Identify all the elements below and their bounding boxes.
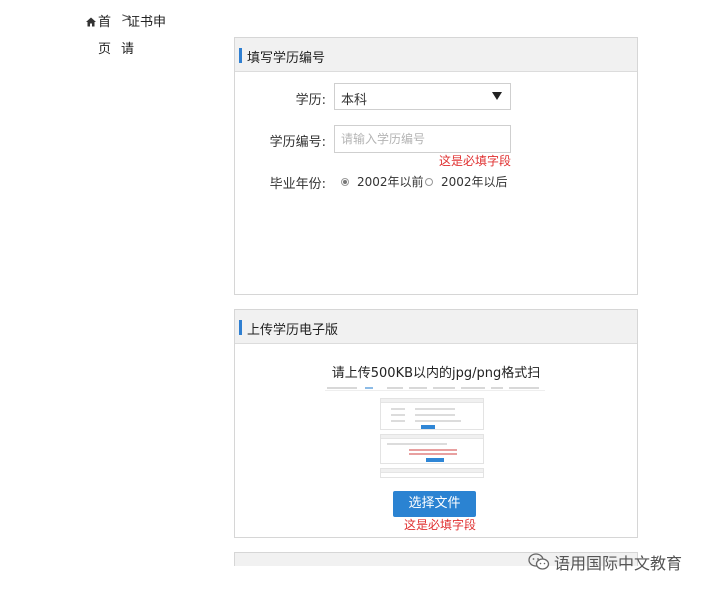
breadcrumb-home-label: 首 — [98, 15, 112, 30]
breadcrumb-current: 证书申 — [127, 15, 167, 30]
education-number-label: 学历编号: — [269, 135, 326, 150]
education-number-required-message: 这是必填字段 — [439, 154, 512, 168]
education-panel-header: 填写学历编号 — [235, 38, 637, 72]
education-level-label: 学历: — [295, 93, 326, 108]
home-icon — [86, 17, 96, 27]
education-level-value: 本科 — [341, 93, 368, 108]
sample-scan-image — [325, 384, 545, 482]
header-accent-bar — [239, 320, 242, 335]
watermark: 语用国际中文教育 — [528, 550, 682, 574]
sample-card-bottom — [380, 468, 484, 478]
graduation-year-label: 毕业年份: — [269, 177, 326, 192]
education-number-input[interactable] — [334, 125, 511, 153]
upload-required-message: 这是必填字段 — [404, 518, 477, 532]
sample-card-upload — [380, 434, 484, 464]
education-level-select[interactable]: 本科 — [334, 83, 511, 110]
chevron-down-icon — [492, 92, 502, 100]
graduation-before-2002-radio[interactable] — [341, 178, 349, 186]
sample-nav-bar — [325, 386, 545, 391]
breadcrumb-home-link[interactable]: 首 — [86, 11, 111, 30]
upload-hint: 请上传500KB以内的jpg/png格式扫 — [331, 366, 541, 381]
graduation-after-2002-label[interactable]: 2002年以后 — [441, 173, 508, 190]
education-panel-title: 填写学历编号 — [247, 51, 326, 66]
breadcrumb-home-label-continued[interactable]: 页 — [98, 38, 111, 57]
upload-panel: 上传学历电子版 请上传500KB以内的jpg/png格式扫 选择文件 这是必填字… — [234, 309, 638, 538]
education-panel: 填写学历编号 学历: 本科 学历编号: 这是必填字段 毕业年份: 2002年以前… — [234, 37, 638, 295]
choose-file-button[interactable]: 选择文件 — [393, 491, 476, 517]
header-accent-bar — [239, 48, 242, 63]
graduation-after-2002-radio[interactable] — [425, 178, 433, 186]
wechat-icon — [528, 553, 550, 570]
sample-card-form — [380, 398, 484, 430]
graduation-before-2002-label[interactable]: 2002年以前 — [357, 173, 424, 190]
breadcrumb-current-continued: 请 — [121, 42, 135, 57]
watermark-text: 语用国际中文教育 — [554, 554, 683, 573]
upload-panel-header: 上传学历电子版 — [235, 310, 637, 344]
upload-panel-title: 上传学历电子版 — [247, 323, 339, 338]
